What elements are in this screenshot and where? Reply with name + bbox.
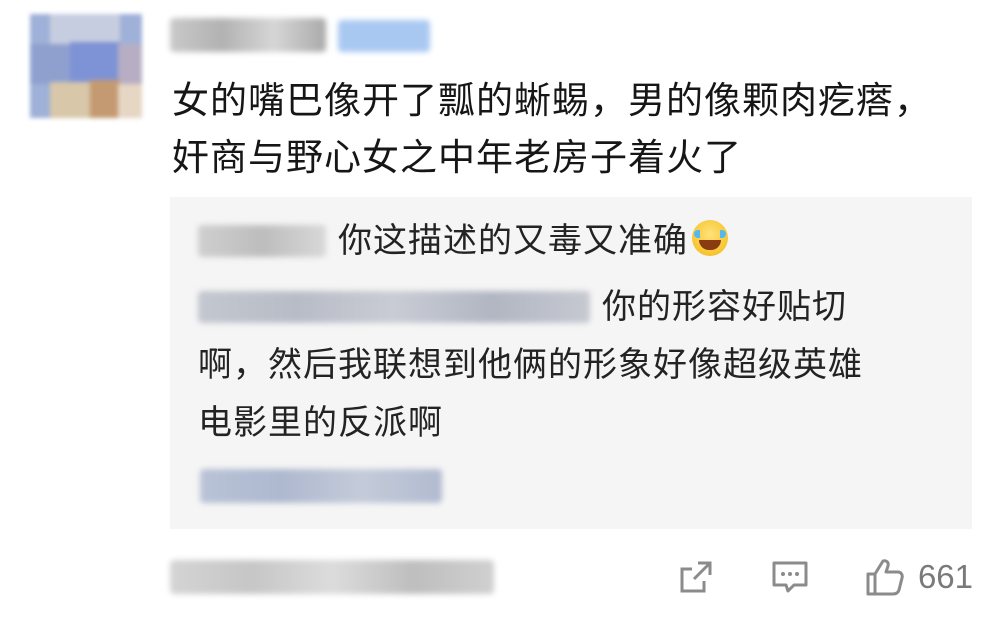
reply-username[interactable] bbox=[198, 291, 590, 323]
comment-line: 女的嘴巴像开了瓢的蜥蜴，男的像颗肉疙瘩， bbox=[172, 79, 932, 122]
like-count: 661 bbox=[917, 558, 973, 595]
laughing-crying-emoji-icon bbox=[692, 220, 728, 256]
comment-line: 奸商与野心女之中年老房子着火了 bbox=[172, 136, 742, 179]
reply-text: 你这描述的又毒又准确 bbox=[338, 219, 728, 263]
like-button[interactable]: 661 bbox=[864, 556, 973, 598]
comment-actions: 661 bbox=[622, 553, 973, 601]
user-badge bbox=[338, 20, 430, 52]
share-button[interactable] bbox=[676, 557, 716, 597]
reply-text-content: 你这描述的又毒又准确 bbox=[338, 221, 688, 261]
reply-section[interactable]: 你这描述的又毒又准确 你的形容好贴切 啊，然后我联想到他俩的形象好像超级英雄 电… bbox=[170, 197, 972, 529]
comment-icon bbox=[772, 561, 808, 593]
reply-text-line: 啊，然后我联想到他俩的形象好像超级英雄 bbox=[198, 345, 863, 385]
comment-button[interactable] bbox=[770, 557, 810, 597]
reply-text-line: 电影里的反派啊 bbox=[198, 403, 443, 443]
comment-text: 女的嘴巴像开了瓢的蜥蜴，男的像颗肉疙瘩， 奸商与野心女之中年老房子着火了 bbox=[172, 72, 952, 186]
view-more-replies-link[interactable] bbox=[200, 469, 442, 503]
comment-meta bbox=[170, 560, 494, 594]
share-icon bbox=[680, 561, 712, 593]
reply-text-line: 你的形容好贴切 bbox=[602, 287, 847, 327]
reply-username[interactable] bbox=[198, 225, 326, 257]
avatar[interactable] bbox=[30, 14, 142, 118]
username[interactable] bbox=[170, 18, 326, 52]
thumbs-up-icon bbox=[866, 559, 904, 596]
